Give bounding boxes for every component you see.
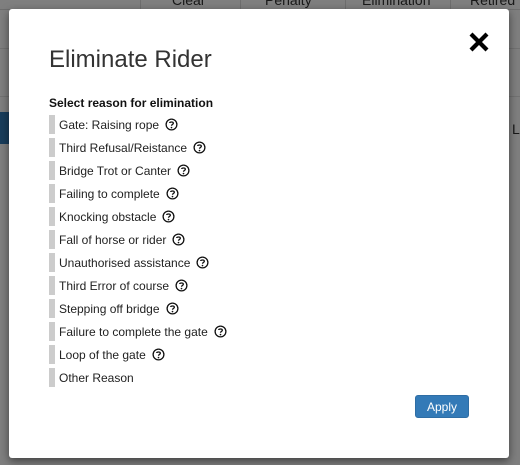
reason-option-label: Gate: Raising rope — [59, 117, 160, 132]
help-icon[interactable] — [165, 302, 179, 315]
reason-option[interactable]: Failing to complete — [49, 184, 227, 203]
reason-option-label: Other Reason — [59, 370, 134, 385]
reason-option[interactable]: Unauthorised assistance — [49, 253, 227, 272]
reason-option[interactable]: Other Reason — [49, 368, 227, 387]
help-icon[interactable] — [166, 187, 179, 200]
reason-option-label: Fall of horse or rider — [59, 232, 167, 247]
apply-button[interactable]: Apply — [415, 395, 469, 418]
help-icon[interactable] — [152, 348, 165, 361]
reason-list: Gate: Raising rope Third Refusal/Reistanc… — [49, 115, 227, 391]
option-indicator-bar — [49, 115, 55, 134]
close-icon — [469, 32, 489, 52]
reason-option-label: Bridge Trot or Canter — [59, 163, 172, 178]
reason-option[interactable]: Bridge Trot or Canter — [49, 161, 227, 180]
option-indicator-bar — [49, 207, 55, 226]
reason-option[interactable]: Loop of the gate — [49, 345, 227, 364]
reason-option-label: Knocking obstacle — [59, 209, 157, 224]
option-indicator-bar — [49, 299, 55, 318]
help-icon[interactable] — [165, 118, 178, 131]
help-icon[interactable] — [214, 325, 227, 338]
reason-option[interactable]: Third Refusal/Reistance — [49, 138, 227, 157]
select-reason-label: Select reason for elimination — [49, 96, 214, 110]
reason-option[interactable]: Third Error of course — [49, 276, 227, 295]
reason-option-label: Third Error of course — [59, 278, 170, 293]
help-icon[interactable] — [193, 141, 206, 154]
reason-option[interactable]: Stepping off bridge — [49, 299, 227, 318]
reason-option[interactable]: Fall of horse or rider — [49, 230, 227, 249]
option-indicator-bar — [49, 253, 55, 272]
option-indicator-bar — [49, 322, 55, 341]
eliminate-rider-dialog: Eliminate Rider Select reason for elimin… — [9, 9, 509, 458]
help-icon[interactable] — [196, 256, 209, 269]
reason-option-label: Stepping off bridge — [59, 301, 160, 316]
option-indicator-bar — [49, 276, 55, 295]
option-indicator-bar — [49, 230, 55, 249]
reason-option[interactable]: Gate: Raising rope — [49, 115, 227, 134]
help-icon[interactable] — [177, 164, 190, 177]
reason-option-label: Failing to complete — [59, 186, 160, 201]
option-indicator-bar — [49, 138, 55, 157]
option-indicator-bar — [49, 184, 55, 203]
help-icon[interactable] — [175, 279, 188, 292]
reason-option-label: Loop of the gate — [59, 347, 146, 362]
option-indicator-bar — [49, 345, 55, 364]
close-button[interactable] — [468, 31, 490, 53]
reason-option[interactable]: Knocking obstacle — [49, 207, 227, 226]
reason-option-label: Third Refusal/Reistance — [59, 140, 188, 155]
dialog-title: Eliminate Rider — [49, 46, 212, 73]
help-icon[interactable] — [162, 210, 175, 223]
reason-option-label: Failure to complete the gate — [59, 324, 208, 339]
reason-option-label: Unauthorised assistance — [59, 255, 191, 270]
option-indicator-bar — [49, 161, 55, 180]
help-icon[interactable] — [172, 233, 185, 246]
reason-option[interactable]: Failure to complete the gate — [49, 322, 227, 341]
option-indicator-bar — [49, 368, 55, 387]
